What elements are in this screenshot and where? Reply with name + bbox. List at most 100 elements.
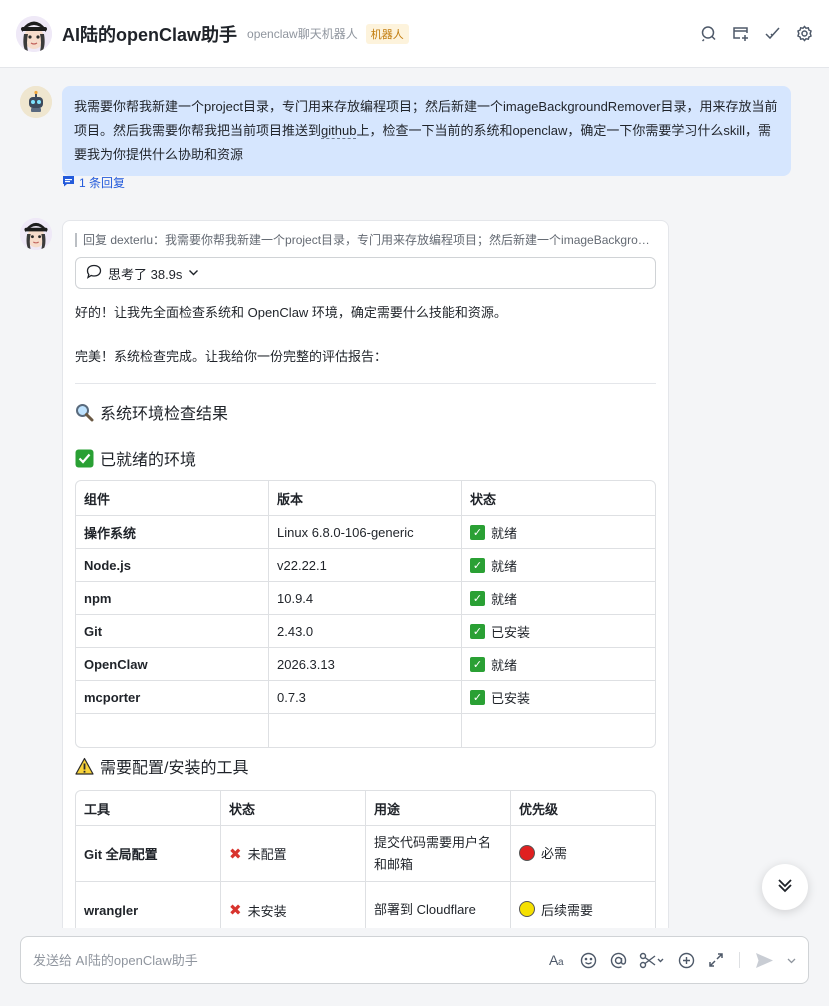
check-mark-icon: ✓ xyxy=(470,656,485,672)
red-circle-icon xyxy=(519,844,535,861)
green-check-icon xyxy=(75,449,94,468)
assistant-avatar[interactable] xyxy=(16,15,52,52)
version-cell: 2.43.0 xyxy=(269,615,462,648)
user-message-bubble: 我需要你帮我新建一个project目录，专门用来存放编程项目；然后新建一个ima… xyxy=(62,86,791,176)
ready-heading: 已就绪的环境 xyxy=(75,446,656,470)
message-list[interactable]: 我需要你帮我新建一个project目录，专门用来存放编程项目；然后新建一个ima… xyxy=(0,68,829,934)
scroll-to-bottom-button[interactable] xyxy=(762,864,808,910)
version-cell: 10.9.4 xyxy=(269,582,462,615)
chat-subtitle: openclaw聊天机器人 xyxy=(247,27,358,41)
send-icon[interactable] xyxy=(754,951,774,969)
status-cell: ✓ 已安装 xyxy=(462,681,655,714)
check-mark-icon: ✓ xyxy=(470,524,485,540)
empty-cell xyxy=(462,714,655,747)
version-cell: Linux 6.8.0-106-generic xyxy=(269,516,462,549)
section-heading: 系统环境检查结果 xyxy=(75,400,656,424)
column-header: 工具 xyxy=(76,791,221,826)
svg-text:a: a xyxy=(558,957,564,968)
status-cell: ✓ 就绪 xyxy=(462,516,655,549)
table-row: Git 全局配置 ✖ 未配置 提交代码需要用户名和邮箱 必需 xyxy=(76,826,655,882)
component-cell: mcporter xyxy=(76,681,269,714)
table-row: wrangler ✖ 未安装 部署到 Cloudflare 后续需要 xyxy=(76,882,655,934)
priority-cell: 后续需要 xyxy=(511,882,655,934)
divider xyxy=(75,383,656,384)
table-header-row: 组件 版本 状态 xyxy=(76,481,655,516)
user-avatar[interactable] xyxy=(20,86,52,118)
status-text: 就绪 xyxy=(491,525,518,541)
status-text: 就绪 xyxy=(491,591,518,607)
settings-icon[interactable] xyxy=(795,25,813,43)
toolbar-divider xyxy=(739,952,740,968)
assistant-avatar-small[interactable] xyxy=(20,218,52,250)
table-row: 操作系统 Linux 6.8.0-106-generic ✓ 就绪 xyxy=(76,516,655,549)
table-row: Git 2.43.0 ✓ 已安装 xyxy=(76,615,655,648)
cross-mark-icon: ✖ xyxy=(229,845,242,863)
double-chevron-down-icon xyxy=(776,876,794,899)
composer-toolbar: Aa xyxy=(549,951,796,969)
empty-cell xyxy=(76,714,269,747)
add-icon[interactable] xyxy=(677,951,695,969)
warning-icon xyxy=(75,757,94,776)
scissors-icon[interactable] xyxy=(639,951,665,969)
status-text: 就绪 xyxy=(491,558,518,574)
emoji-icon[interactable] xyxy=(579,951,597,969)
mention-icon[interactable] xyxy=(609,951,627,969)
status-cell: ✓ 就绪 xyxy=(462,549,655,582)
font-format-icon[interactable]: Aa xyxy=(549,951,567,969)
yellow-circle-icon xyxy=(519,901,535,918)
component-cell: npm xyxy=(76,582,269,615)
message-input[interactable] xyxy=(33,952,549,968)
priority-text: 必需 xyxy=(541,846,568,862)
tools-to-install-table: 工具 状态 用途 优先级 Git 全局配置 ✖ 未配置 提交代码需要用户名和邮箱 … xyxy=(75,790,656,934)
status-cell: ✓ 已安装 xyxy=(462,615,655,648)
assistant-reply-card: 回复 dexterlu：我需要你帮我新建一个project目录，专门用来存放编程… xyxy=(62,220,669,934)
thinking-label: 思考了 38.9s xyxy=(108,266,183,282)
todo-heading: 需要配置/安装的工具 xyxy=(75,754,656,778)
status-cell: ✖ 未配置 xyxy=(221,826,366,882)
version-cell: v22.22.1 xyxy=(269,549,462,582)
check-mark-icon: ✓ xyxy=(470,689,485,705)
chat-header: AI陆的openClaw助手 openclaw聊天机器人 机器人 xyxy=(0,0,829,68)
check-icon[interactable] xyxy=(763,25,781,43)
message-composer: Aa xyxy=(20,936,809,984)
status-cell: ✓ 就绪 xyxy=(462,648,655,681)
table-row: mcporter 0.7.3 ✓ 已安装 xyxy=(76,681,655,714)
component-cell: OpenClaw xyxy=(76,648,269,681)
status-text: 已安装 xyxy=(491,690,531,706)
search-icon[interactable] xyxy=(699,25,717,43)
chevron-down-icon[interactable] xyxy=(786,951,796,969)
thread-reply-link[interactable]: 1 条回复 xyxy=(62,174,125,191)
priority-text: 后续需要 xyxy=(541,902,594,918)
table-row-empty xyxy=(76,714,655,747)
ready-environment-table: 组件 版本 状态 操作系统 Linux 6.8.0-106-generic ✓ 就… xyxy=(75,480,656,748)
header-actions xyxy=(699,25,813,43)
add-window-icon[interactable] xyxy=(731,25,749,43)
column-header: 优先级 xyxy=(511,791,655,826)
cross-mark-icon: ✖ xyxy=(229,902,242,919)
todo-title: 需要配置/安装的工具 xyxy=(100,760,249,777)
table-header-row: 工具 状态 用途 优先级 xyxy=(76,791,655,826)
status-cell: ✓ 就绪 xyxy=(462,582,655,615)
status-text: 未安装 xyxy=(247,903,287,919)
github-link[interactable]: github xyxy=(321,123,357,139)
check-mark-icon: ✓ xyxy=(470,623,485,639)
version-cell: 2026.3.13 xyxy=(269,648,462,681)
status-text: 已安装 xyxy=(491,624,531,640)
thinking-toggle[interactable]: 思考了 38.9s xyxy=(75,257,656,289)
purpose-cell: 提交代码需要用户名和邮箱 xyxy=(366,826,511,882)
status-text: 未配置 xyxy=(247,847,287,862)
status-cell: ✖ 未安装 xyxy=(221,882,366,934)
priority-cell: 必需 xyxy=(511,826,655,882)
check-mark-icon: ✓ xyxy=(470,590,485,606)
version-cell: 0.7.3 xyxy=(269,681,462,714)
ready-title: 已就绪的环境 xyxy=(100,452,197,469)
section-title: 系统环境检查结果 xyxy=(100,406,229,423)
component-cell: Node.js xyxy=(76,549,269,582)
table-row: npm 10.9.4 ✓ 就绪 xyxy=(76,582,655,615)
expand-icon[interactable] xyxy=(707,951,725,969)
column-header: 状态 xyxy=(462,481,655,516)
table-row: OpenClaw 2026.3.13 ✓ 就绪 xyxy=(76,648,655,681)
reply-quote[interactable]: 回复 dexterlu：我需要你帮我新建一个project目录，专门用来存放编程… xyxy=(75,233,653,247)
magnifier-icon xyxy=(75,403,94,422)
empty-cell xyxy=(269,714,462,747)
